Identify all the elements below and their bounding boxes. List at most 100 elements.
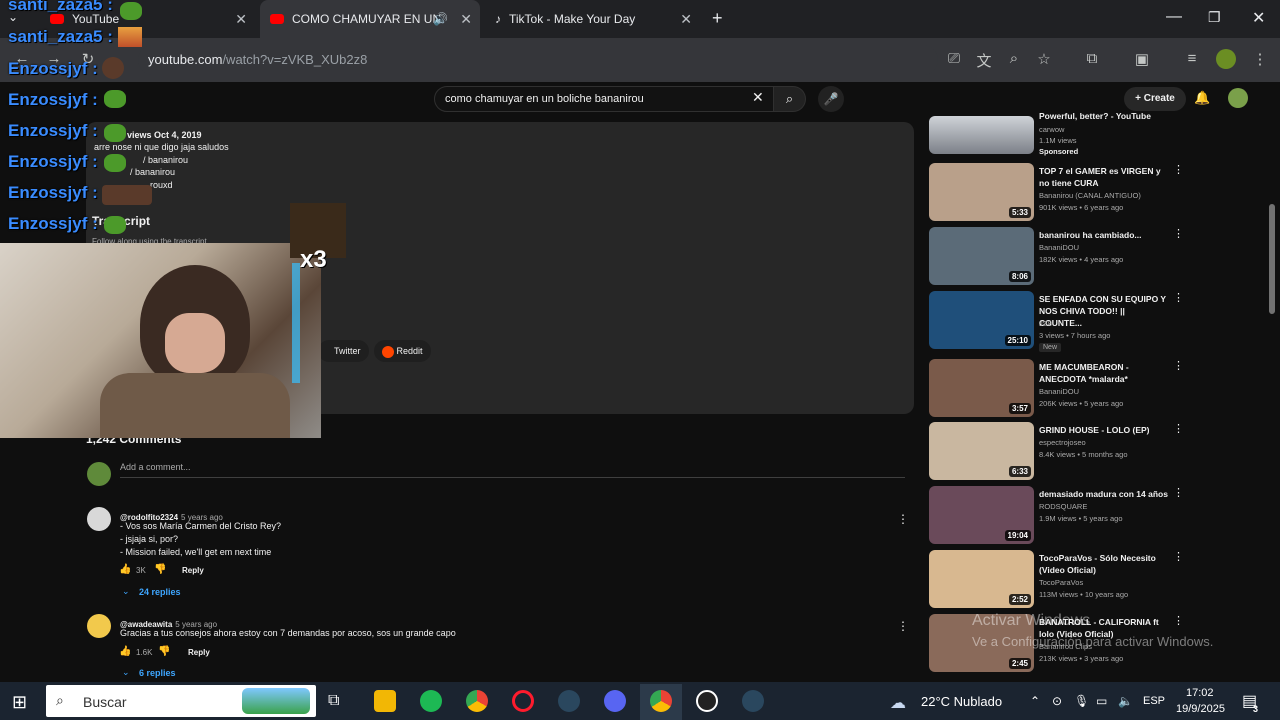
video-thumbnail[interactable]: 19:04	[929, 486, 1034, 544]
taskbar-search-box[interactable]: ⌕ Buscar	[46, 685, 316, 717]
video-thumbnail[interactable]: 8:06	[929, 227, 1034, 285]
chrome-menu-icon[interactable]: ⋮	[1250, 50, 1270, 68]
microphone-tray-icon[interactable]: 🎙	[1074, 694, 1089, 708]
description-link[interactable]: / bananirou	[130, 167, 175, 177]
weather-cloud-icon[interactable]: ☁	[890, 693, 906, 713]
share-twitter-button[interactable]: Twitter	[318, 340, 369, 362]
video-menu-icon[interactable]: ⋮	[1173, 227, 1184, 240]
opera-icon[interactable]	[512, 690, 534, 712]
create-button[interactable]: + Create	[1124, 87, 1186, 111]
video-thumbnail[interactable]: 5:33	[929, 163, 1034, 221]
tab-como-chamuyar[interactable]: COMO CHAMUYAR EN UN 🔊 ✕	[260, 0, 480, 38]
account-avatar[interactable]	[1228, 88, 1248, 108]
reply-button[interactable]: Reply	[182, 566, 204, 575]
channel-name[interactable]: RODSQUARE	[1039, 502, 1087, 511]
video-thumbnail[interactable]	[929, 116, 1034, 154]
recommendation-item[interactable]: 19:04 demasiado madura con 14 años RODSQ…	[929, 486, 1189, 546]
sidebar-scrollbar[interactable]	[1269, 204, 1275, 314]
clear-search-icon[interactable]: ✕	[752, 89, 764, 106]
video-menu-icon[interactable]: ⋮	[1173, 163, 1184, 176]
like-icon[interactable]: 👍	[119, 564, 131, 575]
tray-app-icon[interactable]: ⊙	[1052, 694, 1062, 708]
video-title[interactable]: TocoParaVos - Sólo Necesito (Video Ofici…	[1039, 552, 1169, 576]
translate-icon[interactable]: 文	[974, 50, 994, 71]
channel-name[interactable]: BananiDOU	[1039, 387, 1079, 396]
close-tab-icon[interactable]: ✕	[680, 11, 692, 28]
channel-name[interactable]: espectrojoseo	[1039, 438, 1086, 447]
tray-chevron-icon[interactable]: ⌃	[1030, 694, 1040, 708]
obs-icon[interactable]	[696, 690, 718, 712]
reading-list-icon[interactable]: ≡	[1182, 50, 1202, 67]
channel-name[interactable]: JS8	[1039, 319, 1052, 328]
maximize-icon[interactable]: ❐	[1208, 9, 1221, 26]
file-explorer-icon[interactable]	[374, 690, 396, 712]
install-app-icon[interactable]: ⎚	[944, 50, 964, 67]
language-indicator[interactable]: ESP	[1143, 695, 1165, 707]
channel-name[interactable]: carwow	[1039, 125, 1064, 134]
recommendation-item[interactable]: 6:33 GRIND HOUSE - LOLO (EP) espectrojos…	[929, 422, 1189, 482]
chrome-active-icon[interactable]	[650, 690, 672, 712]
steam-icon[interactable]	[558, 690, 580, 712]
extensions-icon[interactable]: ⧉	[1082, 50, 1102, 67]
commenter-avatar[interactable]	[87, 614, 111, 638]
comment-menu-icon[interactable]: ⋮	[897, 512, 909, 526]
view-replies-button[interactable]: 24 replies	[139, 587, 181, 597]
video-thumbnail[interactable]: 25:10	[929, 291, 1034, 349]
clock-date[interactable]: 19/9/2025	[1176, 703, 1225, 715]
add-comment-input[interactable]: Add a comment...	[120, 462, 905, 478]
video-title[interactable]: ME MACUMBEARON - ANECDOTA *malarda*	[1039, 361, 1169, 385]
video-thumbnail[interactable]: 6:33	[929, 422, 1034, 480]
recommendation-item[interactable]: 3:57 ME MACUMBEARON - ANECDOTA *malarda*…	[929, 359, 1189, 419]
close-window-icon[interactable]: ✕	[1252, 8, 1265, 28]
media-icon[interactable]: ▣	[1132, 50, 1152, 68]
description-link[interactable]: rouxd	[150, 180, 173, 190]
chrome-icon[interactable]	[466, 690, 488, 712]
profile-avatar[interactable]	[1216, 49, 1236, 69]
zoom-icon[interactable]: ⌕	[1004, 50, 1024, 67]
new-tab-icon[interactable]: +	[712, 8, 723, 29]
channel-name[interactable]: BananiDOU	[1039, 243, 1079, 252]
recommendation-item[interactable]: 25:10 SE ENFADA CON SU EQUIPO Y NOS CHIV…	[929, 291, 1189, 352]
voice-search-button[interactable]: 🎤	[818, 86, 844, 112]
expand-chevron-icon[interactable]: ⌄	[122, 586, 130, 597]
search-button[interactable]: ⌕	[774, 86, 806, 112]
notifications-bell-icon[interactable]: 🔔	[1194, 90, 1210, 106]
bookmark-star-icon[interactable]: ☆	[1034, 50, 1054, 68]
dislike-icon[interactable]: 👎	[154, 564, 166, 575]
video-menu-icon[interactable]: ⋮	[1173, 614, 1184, 627]
search-input[interactable]: como chamuyar en un boliche bananirou	[434, 86, 774, 112]
video-title[interactable]: TOP 7 el GAMER es VIRGEN y no tiene CURA	[1039, 165, 1169, 189]
discord-icon[interactable]	[604, 690, 626, 712]
close-tab-icon[interactable]: ✕	[460, 11, 472, 28]
speaker-icon[interactable]: 🔊	[433, 12, 448, 26]
view-replies-button[interactable]: 6 replies	[139, 668, 176, 678]
video-menu-icon[interactable]: ⋮	[1173, 486, 1184, 499]
description-link[interactable]: / bananirou	[143, 155, 188, 165]
commenter-avatar[interactable]	[87, 507, 111, 531]
channel-name[interactable]: Bananirou (CANAL ANTIGUO)	[1039, 191, 1141, 200]
video-title[interactable]: demasiado madura con 14 años	[1039, 488, 1169, 500]
task-view-icon[interactable]: ⧉	[328, 692, 339, 710]
recommendation-item[interactable]: 2:52 TocoParaVos - Sólo Necesito (Video …	[929, 550, 1189, 610]
channel-name[interactable]: TocoParaVos	[1039, 578, 1083, 587]
reply-button[interactable]: Reply	[188, 648, 210, 657]
dislike-icon[interactable]: 👎	[158, 646, 170, 657]
recommendation-item[interactable]: Powerful, better? - YouTube carwow 1.1M …	[929, 111, 1189, 156]
recommendation-item[interactable]: 5:33 TOP 7 el GAMER es VIRGEN y no tiene…	[929, 163, 1189, 223]
like-icon[interactable]: 👍	[119, 646, 131, 657]
video-menu-icon[interactable]: ⋮	[1173, 291, 1184, 304]
close-tab-icon[interactable]: ✕	[235, 11, 247, 28]
expand-chevron-icon[interactable]: ⌄	[122, 667, 130, 678]
steam-2-icon[interactable]	[742, 690, 764, 712]
volume-icon[interactable]: 🔈	[1118, 694, 1133, 708]
video-menu-icon[interactable]: ⋮	[1173, 422, 1184, 435]
share-reddit-button[interactable]: Reddit	[374, 340, 431, 362]
video-menu-icon[interactable]: ⋮	[1173, 550, 1184, 563]
spotify-icon[interactable]	[420, 690, 442, 712]
video-title[interactable]: bananirou ha cambiado...	[1039, 229, 1169, 241]
video-menu-icon[interactable]: ⋮	[1173, 359, 1184, 372]
weather-text[interactable]: 22°C Nublado	[921, 694, 1002, 709]
video-title[interactable]: SE ENFADA CON SU EQUIPO Y NOS CHIVA TODO…	[1039, 293, 1169, 329]
url-input[interactable]: youtube.com/watch?v=zVKB_XUb2z8	[138, 45, 938, 75]
clock-time[interactable]: 17:02	[1186, 687, 1214, 699]
